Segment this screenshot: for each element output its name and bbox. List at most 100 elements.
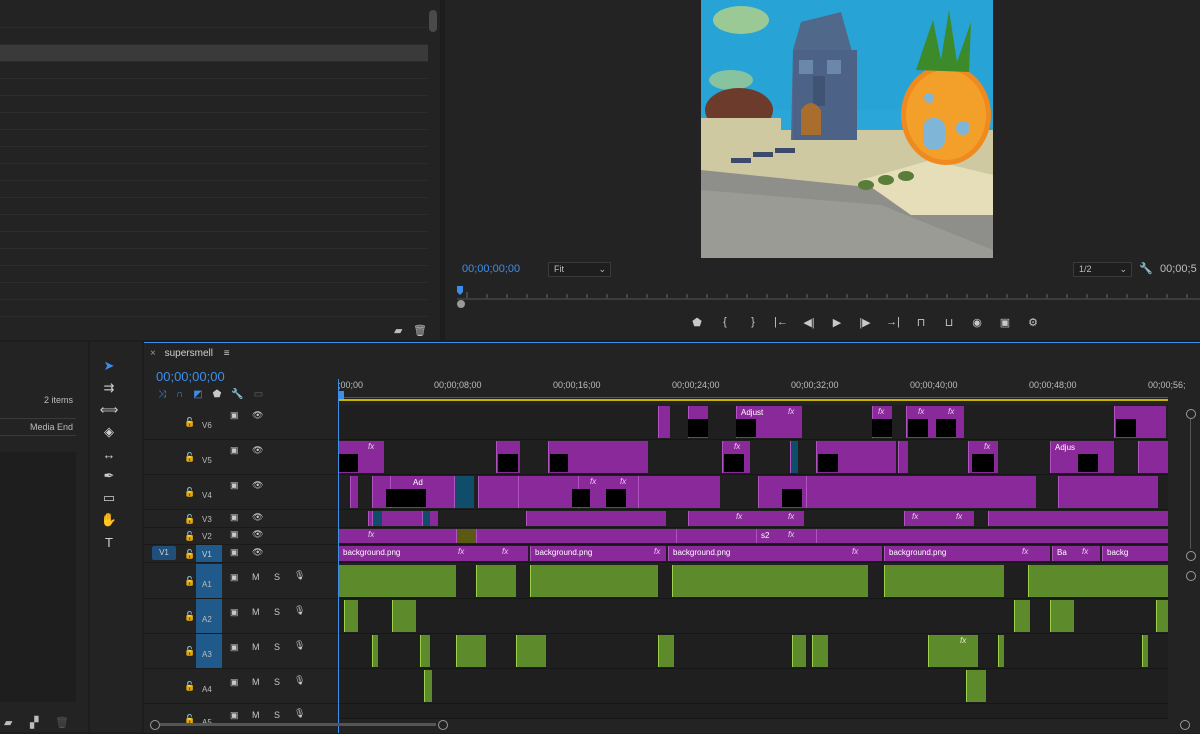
track-header-v3[interactable]: 🔓 ▣ 👁 V3 [144,510,338,528]
audio-clip[interactable] [966,670,986,702]
list-row[interactable] [0,266,428,283]
video-clip[interactable] [422,511,430,526]
step-back-icon[interactable]: ◀| [795,314,823,330]
toggle-sync-icon[interactable]: ▣ [230,410,239,421]
track-lane-v1[interactable]: background.png fx fx background.png fx b… [338,545,1168,563]
audio-clip[interactable] [1050,600,1074,632]
track-header-v6[interactable]: 🔓 ▣ 👁 V6 [144,405,338,440]
step-forward-icon[interactable]: |▶ [851,314,879,330]
add-marker-icon[interactable]: ⬟ [213,389,222,400]
monitor-time-ruler[interactable] [457,286,1200,300]
list-row[interactable] [0,164,428,181]
audio-clip[interactable] [338,565,456,597]
video-clip[interactable] [676,529,756,543]
toggle-sync-icon[interactable]: ▣ [230,480,239,491]
go-to-out-icon[interactable]: →| [879,314,907,330]
list-row[interactable] [0,28,428,45]
microphone-icon[interactable]: 🎙 [294,640,305,651]
lock-icon[interactable]: 🔓 [184,646,195,657]
toggle-sync-icon[interactable]: ▣ [230,677,239,688]
lock-icon[interactable]: 🔓 [184,531,195,542]
bin-list[interactable] [0,452,76,702]
video-clip[interactable] [518,476,578,508]
audio-clip[interactable] [672,565,868,597]
list-row[interactable] [0,181,428,198]
slip-tool-icon[interactable]: ↔ [100,445,118,463]
track-select-tool-icon[interactable]: ⇉ [100,379,118,397]
microphone-icon[interactable]: 🎙 [294,570,305,581]
toggle-sync-icon[interactable]: ▣ [230,529,239,540]
track-lane-a5[interactable] [338,704,1168,719]
audio-clip[interactable] [792,635,806,667]
lock-icon[interactable]: 🔓 [184,452,195,463]
lift-icon[interactable]: ⊓ [907,314,935,330]
toggle-sync-icon[interactable]: ▣ [230,607,239,618]
audio-clip[interactable] [420,635,430,667]
play-icon[interactable]: ▶ [823,314,851,330]
lock-icon[interactable]: 🔓 [184,417,195,428]
track-lane-v4[interactable]: Ad fx fx [338,475,1168,510]
list-row[interactable] [0,147,428,164]
audio-clip[interactable] [456,635,486,667]
audio-clip[interactable] [344,600,358,632]
list-row[interactable] [0,232,428,249]
microphone-icon[interactable]: 🎙 [294,605,305,616]
audio-clip[interactable] [1028,565,1168,597]
list-row[interactable] [0,113,428,130]
linked-selection-icon[interactable]: ◩ [193,389,202,400]
ripple-edit-tool-icon[interactable]: ⟺ [100,401,119,419]
source-patch-v1[interactable]: V1 [152,546,176,560]
list-row[interactable] [0,300,428,317]
new-bin-icon[interactable]: ▰ [4,716,12,729]
track-lane-a2[interactable] [338,599,1168,634]
button-editor-icon[interactable]: ▣ [991,314,1019,330]
audio-clip[interactable] [928,635,978,667]
toggle-sync-icon[interactable]: ▣ [230,547,239,558]
track-header-v1[interactable]: V1 🔓 ▣ 👁 V1 [144,545,338,563]
eye-icon[interactable]: 👁 [252,445,263,456]
list-row[interactable] [0,198,428,215]
resolution-select[interactable]: 1/2 ⌄ [1073,262,1132,277]
trash-icon[interactable]: 🗑 [413,324,427,337]
sequence-tab[interactable]: × supersmell ≡ [150,348,230,359]
audio-clip[interactable] [392,600,416,632]
video-clip[interactable]: background.png [338,546,528,561]
type-tool-icon[interactable]: T [100,533,118,551]
audio-clip[interactable] [1142,635,1148,667]
toggle-sync-icon[interactable]: ▣ [230,512,239,523]
scroll-handle-left[interactable] [150,720,160,730]
solo-button[interactable]: S [274,607,280,617]
eye-icon[interactable]: 👁 [252,529,263,540]
audio-clip[interactable] [1156,600,1168,632]
scroll-handle-right[interactable] [1180,720,1190,730]
audio-clip[interactable] [530,565,658,597]
export-frame-icon[interactable]: ◉ [963,314,991,330]
snap-icon[interactable]: ∩ [176,389,183,400]
eye-icon[interactable]: 👁 [252,480,263,491]
extract-icon[interactable]: ⊔ [935,314,963,330]
video-clip[interactable] [526,511,666,526]
audio-clip[interactable] [516,635,546,667]
lock-icon[interactable]: 🔓 [184,514,195,525]
track-header-v4[interactable]: 🔓 ▣ 👁 V4 [144,475,338,510]
track-lane-a4[interactable] [338,669,1168,704]
go-to-in-icon[interactable]: |← [767,314,795,330]
settings-icon[interactable]: ⚙ [1019,314,1047,330]
wrench-icon[interactable]: 🔧 [231,389,243,400]
track-lane-v2[interactable]: fx s2 fx [338,528,1168,545]
list-row[interactable] [0,283,428,300]
audio-clip[interactable] [476,565,516,597]
work-area-bar[interactable] [338,399,1168,401]
nest-icon[interactable]: ⤨ [158,389,166,400]
microphone-icon[interactable]: 🎙 [294,708,305,719]
scroll-handle-top[interactable] [1186,409,1196,419]
out-point-icon[interactable]: } [739,314,767,330]
track-header-a3[interactable]: 🔓 A3 ▣ M S 🎙 [144,634,338,669]
video-clip[interactable] [350,476,358,508]
scroll-handle-top[interactable] [1186,571,1196,581]
list-row-selected[interactable] [0,45,428,62]
marker-icon[interactable]: ⬟ [683,314,711,330]
menu-icon[interactable]: ≡ [224,348,230,359]
list-row[interactable] [0,11,428,28]
toggle-sync-icon[interactable]: ▣ [230,642,239,653]
